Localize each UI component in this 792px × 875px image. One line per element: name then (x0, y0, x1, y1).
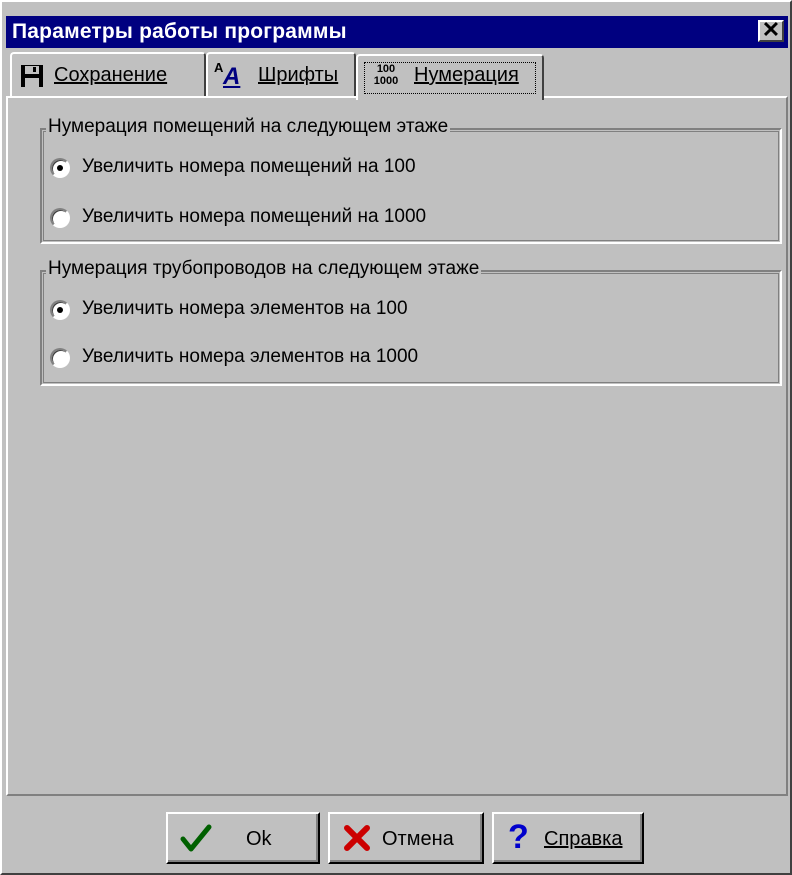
radio-button[interactable] (50, 208, 70, 228)
tab-panel-numbering: Нумерация помещений на следующем этаже У… (6, 96, 788, 796)
group-pipe-numbering-title: Нумерация трубопроводов на следующем эта… (46, 258, 482, 280)
question-icon: ? (508, 818, 529, 856)
radio-selected-dot (57, 165, 63, 171)
tab-fonts[interactable]: A A Шрифты (206, 52, 356, 96)
radio-pipes-100-label[interactable]: Увеличить номера элементов на 100 (82, 298, 408, 320)
font-icon: A A (214, 60, 241, 90)
ok-button-label: Ok (246, 828, 272, 850)
help-button[interactable]: ? Справка (492, 812, 644, 864)
window-title: Параметры работы программы (12, 20, 347, 43)
numbering-icon: 100 1000 (373, 63, 399, 87)
group-pipe-numbering: Нумерация трубопроводов на следующем эта… (40, 258, 782, 386)
tab-save[interactable]: Сохранение (10, 52, 206, 96)
close-icon: ✕ (761, 17, 781, 42)
cancel-button-label: Отмена (382, 828, 454, 850)
help-button-label: Справка (544, 828, 623, 850)
radio-rooms-100-label[interactable]: Увеличить номера помещений на 100 (82, 156, 416, 178)
close-button[interactable]: ✕ (758, 17, 784, 42)
cancel-button[interactable]: Отмена (328, 812, 484, 864)
floppy-disk-icon (20, 64, 44, 94)
check-icon (180, 822, 212, 860)
tab-numbering[interactable]: 100 1000 Нумерация (356, 54, 544, 100)
tab-fonts-label: Шрифты (258, 64, 339, 86)
radio-button[interactable] (50, 158, 70, 178)
x-icon (342, 822, 372, 860)
tab-save-label: Сохранение (54, 64, 168, 86)
radio-button[interactable] (50, 300, 70, 320)
radio-pipes-1000-label[interactable]: Увеличить номера элементов на 1000 (82, 346, 418, 368)
dialog-window: Параметры работы программы ✕ Сохранение … (0, 0, 792, 875)
ok-button[interactable]: Ok (166, 812, 320, 864)
group-room-numbering: Нумерация помещений на следующем этаже У… (40, 116, 782, 244)
radio-rooms-1000-label[interactable]: Увеличить номера помещений на 1000 (82, 206, 426, 228)
title-bar[interactable]: Параметры работы программы ✕ (6, 16, 788, 48)
radio-button[interactable] (50, 348, 70, 368)
radio-selected-dot (57, 307, 63, 313)
tab-numbering-label: Нумерация (414, 64, 519, 86)
group-room-numbering-title: Нумерация помещений на следующем этаже (46, 116, 451, 138)
